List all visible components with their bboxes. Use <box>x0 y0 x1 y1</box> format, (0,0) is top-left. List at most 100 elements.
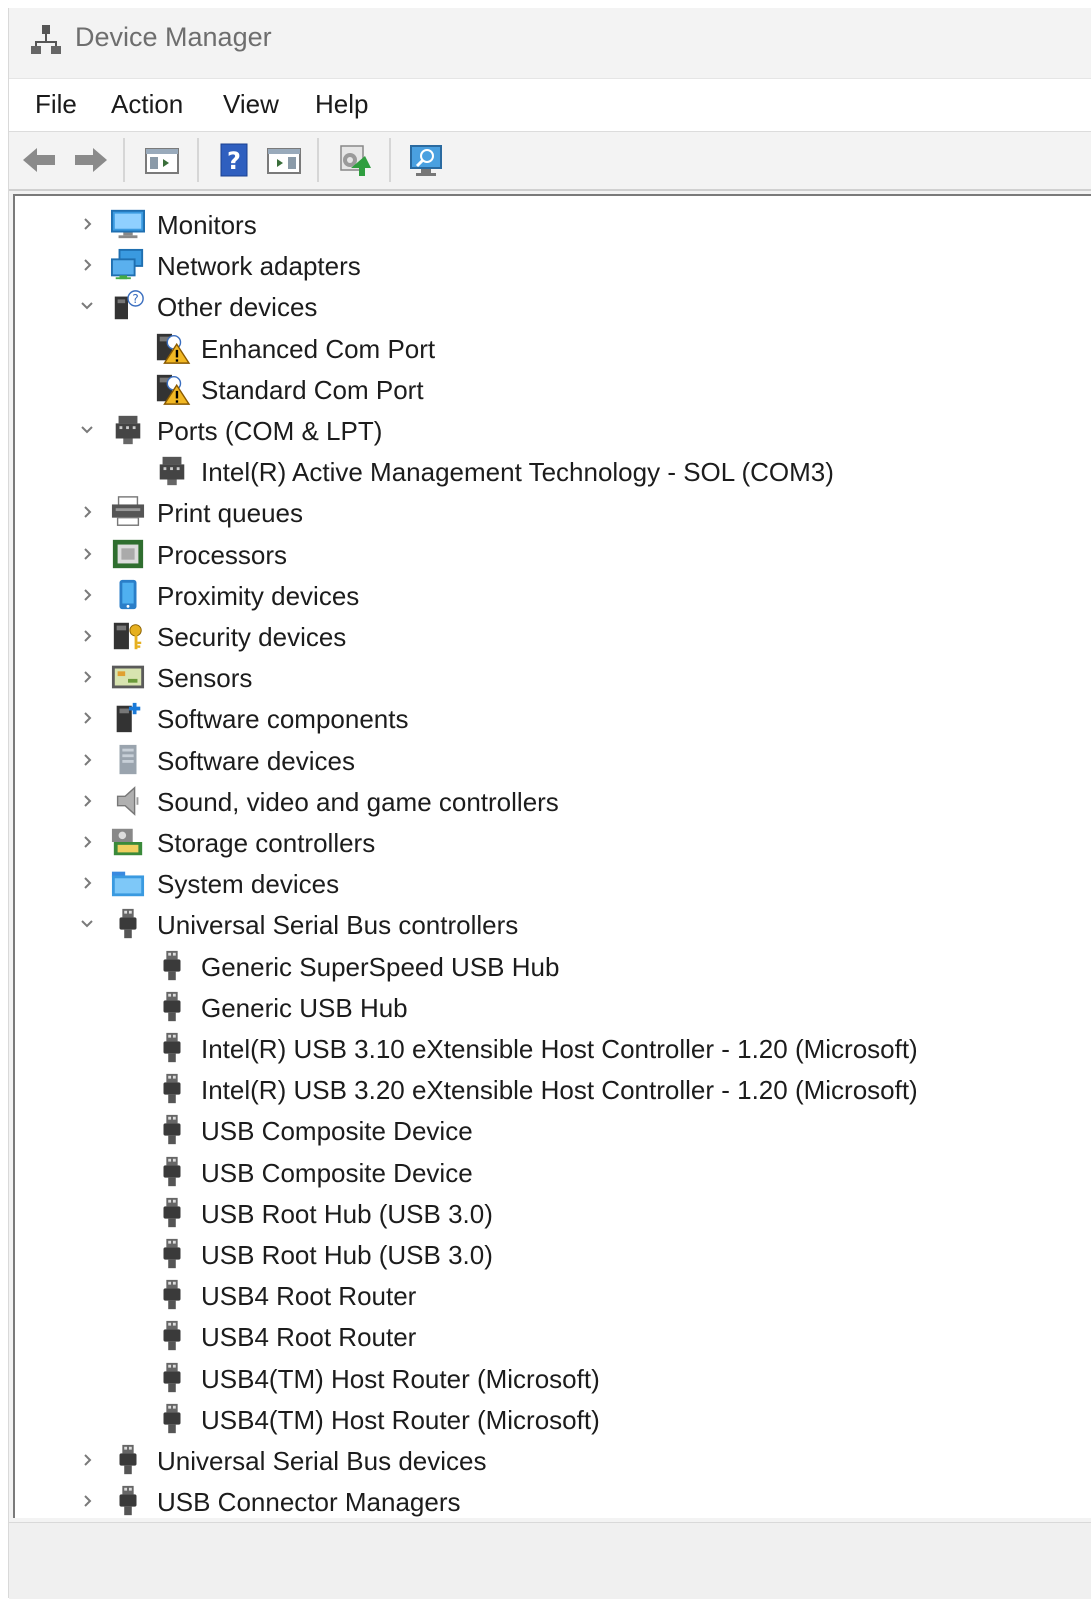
tree-device[interactable]: USB Root Hub (USB 3.0) <box>15 1234 1091 1275</box>
show-hide-console-tree-icon[interactable] <box>143 142 181 178</box>
device-manager-icon <box>31 25 61 54</box>
usb-plug-icon <box>163 1156 181 1186</box>
tree-category[interactable]: Universal Serial Bus devices <box>15 1440 1091 1481</box>
network-adapter-icon <box>111 249 144 280</box>
chevron-right-icon[interactable] <box>77 1448 97 1472</box>
usb-plug-icon <box>163 1403 181 1433</box>
tree-item-label: Universal Serial Bus devices <box>157 1446 487 1476</box>
window-title: Device Manager <box>75 22 272 52</box>
chevron-right-icon[interactable] <box>77 500 97 524</box>
chevron-down-icon[interactable] <box>77 912 97 936</box>
tree-category[interactable]: Processors <box>15 534 1091 575</box>
svg-text:?: ? <box>227 147 241 175</box>
tree-item-label: USB Root Hub (USB 3.0) <box>201 1198 493 1229</box>
properties-pane-icon[interactable] <box>265 142 303 178</box>
port-icon <box>159 457 185 486</box>
tree-category[interactable]: Universal Serial Bus controllers <box>15 904 1091 945</box>
tree-device[interactable]: USB4(TM) Host Router (Microsoft) <box>15 1358 1091 1399</box>
back-arrow-icon[interactable] <box>21 142 59 178</box>
update-driver-icon[interactable] <box>335 142 373 178</box>
tree-device[interactable]: USB Composite Device <box>15 1152 1091 1193</box>
tree-device[interactable]: USB Composite Device <box>15 1110 1091 1151</box>
tree-item-label: Security devices <box>157 622 347 652</box>
tree-category[interactable]: Proximity devices <box>15 575 1091 616</box>
chevron-right-icon[interactable] <box>77 253 97 277</box>
menu-action[interactable]: Action <box>107 87 187 122</box>
tree-device[interactable]: Intel(R) USB 3.20 eXtensible Host Contro… <box>15 1069 1091 1110</box>
tree-category[interactable]: Network adapters <box>15 245 1091 286</box>
tree-device[interactable]: Intel(R) Active Management Technology - … <box>15 451 1091 492</box>
tree-item-label: Generic USB Hub <box>201 992 408 1023</box>
chevron-right-icon[interactable] <box>77 624 97 648</box>
menu-file[interactable]: File <box>31 87 81 122</box>
help-icon[interactable]: ? <box>215 142 253 178</box>
chevron-down-icon[interactable] <box>77 294 97 318</box>
proximity-icon <box>119 579 137 609</box>
tree-category[interactable]: System devices <box>15 863 1091 904</box>
chevron-right-icon[interactable] <box>77 583 97 607</box>
forward-arrow-icon[interactable] <box>71 142 109 178</box>
tree-item-label: USB4(TM) Host Router (Microsoft) <box>201 1363 600 1394</box>
title-bar[interactable]: Device Manager <box>9 8 1091 70</box>
tree-category[interactable]: Software devices <box>15 740 1091 781</box>
tree-category[interactable]: Sound, video and game controllers <box>15 781 1091 822</box>
chevron-right-icon[interactable] <box>77 665 97 689</box>
chevron-right-icon[interactable] <box>77 212 97 236</box>
tree-item-label: Intel(R) Active Management Technology - … <box>201 457 834 488</box>
tree-category[interactable]: Monitors <box>15 204 1091 245</box>
tree-category[interactable]: Software components <box>15 698 1091 739</box>
tree-device[interactable]: USB4(TM) Host Router (Microsoft) <box>15 1399 1091 1440</box>
chevron-right-icon[interactable] <box>77 542 97 566</box>
usb-plug-icon <box>163 1321 181 1351</box>
software-component-icon <box>116 703 141 733</box>
tree-item-label: USB4 Root Router <box>201 1322 417 1353</box>
chevron-right-icon[interactable] <box>77 871 97 895</box>
chevron-down-icon[interactable] <box>77 418 97 442</box>
usb-plug-icon <box>119 909 137 939</box>
tree-category[interactable]: ? Other devices <box>15 286 1091 327</box>
tree-item-label: Other devices <box>157 292 318 323</box>
toolbar-separator <box>389 138 391 182</box>
tree-item-label: Universal Serial Bus controllers <box>157 910 519 941</box>
tree-device[interactable]: USB4 Root Router <box>15 1275 1091 1316</box>
warning-device-icon <box>156 333 191 364</box>
menu-help[interactable]: Help <box>311 87 372 122</box>
speaker-icon <box>116 785 139 816</box>
tree-item-label: USB Composite Device <box>201 1157 473 1188</box>
processor-icon <box>112 539 144 568</box>
usb-plug-icon <box>163 1280 181 1310</box>
tree-device[interactable]: Standard Com Port <box>15 369 1091 410</box>
chevron-right-icon[interactable] <box>77 1489 97 1513</box>
tree-device[interactable]: Generic USB Hub <box>15 987 1091 1028</box>
tree-category[interactable]: Storage controllers <box>15 822 1091 863</box>
chevron-right-icon[interactable] <box>77 830 97 854</box>
tree-device[interactable]: USB4 Root Router <box>15 1316 1091 1357</box>
toolbar-separator <box>197 138 199 182</box>
scan-hardware-icon[interactable] <box>407 142 445 178</box>
chevron-right-icon[interactable] <box>77 789 97 813</box>
unknown-device-icon: ? <box>114 290 144 320</box>
toolbar: ? <box>9 131 1091 191</box>
tree-item-label: Proximity devices <box>157 580 360 611</box>
tree-category[interactable]: USB Connector Managers <box>15 1481 1091 1518</box>
tree-device[interactable]: USB Root Hub (USB 3.0) <box>15 1193 1091 1234</box>
tree-category[interactable]: Security devices <box>15 616 1091 657</box>
tree-item-label: Print queues <box>157 498 303 529</box>
tree-category[interactable]: Sensors <box>15 657 1091 698</box>
usb-plug-icon <box>163 950 181 980</box>
menu-view[interactable]: View <box>219 87 283 122</box>
tree-device[interactable]: Intel(R) USB 3.10 eXtensible Host Contro… <box>15 1028 1091 1069</box>
chevron-right-icon[interactable] <box>77 706 97 730</box>
tree-category[interactable]: Ports (COM & LPT) <box>15 410 1091 451</box>
device-manager-window: Device Manager File Action View Help ? M… <box>8 8 1091 1599</box>
chevron-right-icon[interactable] <box>77 748 97 772</box>
storage-controller-icon <box>111 828 143 856</box>
tree-item-label: Software devices <box>157 745 355 776</box>
tree-item-label: Generic SuperSpeed USB Hub <box>201 951 560 982</box>
tree-category[interactable]: Print queues <box>15 492 1091 533</box>
usb-plug-icon <box>163 1362 181 1392</box>
tree-device[interactable]: Generic SuperSpeed USB Hub <box>15 946 1091 987</box>
tree-item-label: Sound, video and game controllers <box>157 786 559 817</box>
device-tree[interactable]: Monitors Network adapters? Other devices En… <box>13 194 1091 1518</box>
tree-device[interactable]: Enhanced Com Port <box>15 328 1091 369</box>
